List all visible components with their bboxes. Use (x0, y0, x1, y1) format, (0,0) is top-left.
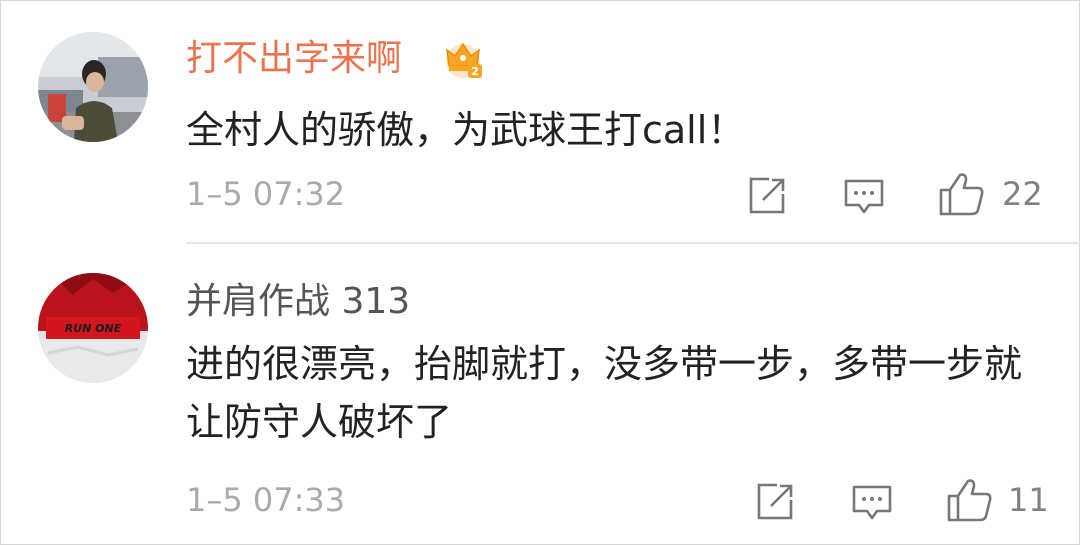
comment-time: 1–5 07:32 (186, 175, 346, 213)
thumbs-up-icon[interactable] (946, 477, 994, 523)
thumbs-up-icon[interactable] (938, 171, 986, 217)
svg-text:2: 2 (471, 65, 479, 78)
comment-time: 1–5 07:33 (186, 481, 346, 519)
username[interactable]: 并肩作战 313 (186, 280, 410, 324)
like-count: 22 (1002, 175, 1043, 213)
comment-item: RUN ONE 并肩作战 313 进的很漂亮，抬脚就打，没多带一步，多带一步就让… (0, 244, 1080, 545)
like-count: 11 (1008, 481, 1049, 519)
share-icon[interactable] (747, 176, 787, 216)
avatar-banner-text: RUN ONE (65, 322, 122, 335)
crown-badge-icon: 2 (446, 42, 482, 78)
comment-text: 进的很漂亮，抬脚就打，没多带一步，多带一步就让防守人破坏了 (186, 342, 1023, 444)
comment-text: 全村人的骄傲，为武球王打call！ (186, 108, 746, 152)
share-icon[interactable] (755, 482, 795, 522)
comment-icon[interactable] (851, 484, 893, 522)
comment-icon[interactable] (843, 178, 885, 216)
avatar[interactable] (38, 32, 148, 142)
comment-item: 打不出字来啊 2 全村人的骄傲，为武球王打call！ 1–5 07:32 22 (0, 0, 1080, 244)
username[interactable]: 打不出字来啊 (186, 37, 402, 81)
avatar[interactable]: RUN ONE (38, 273, 148, 383)
